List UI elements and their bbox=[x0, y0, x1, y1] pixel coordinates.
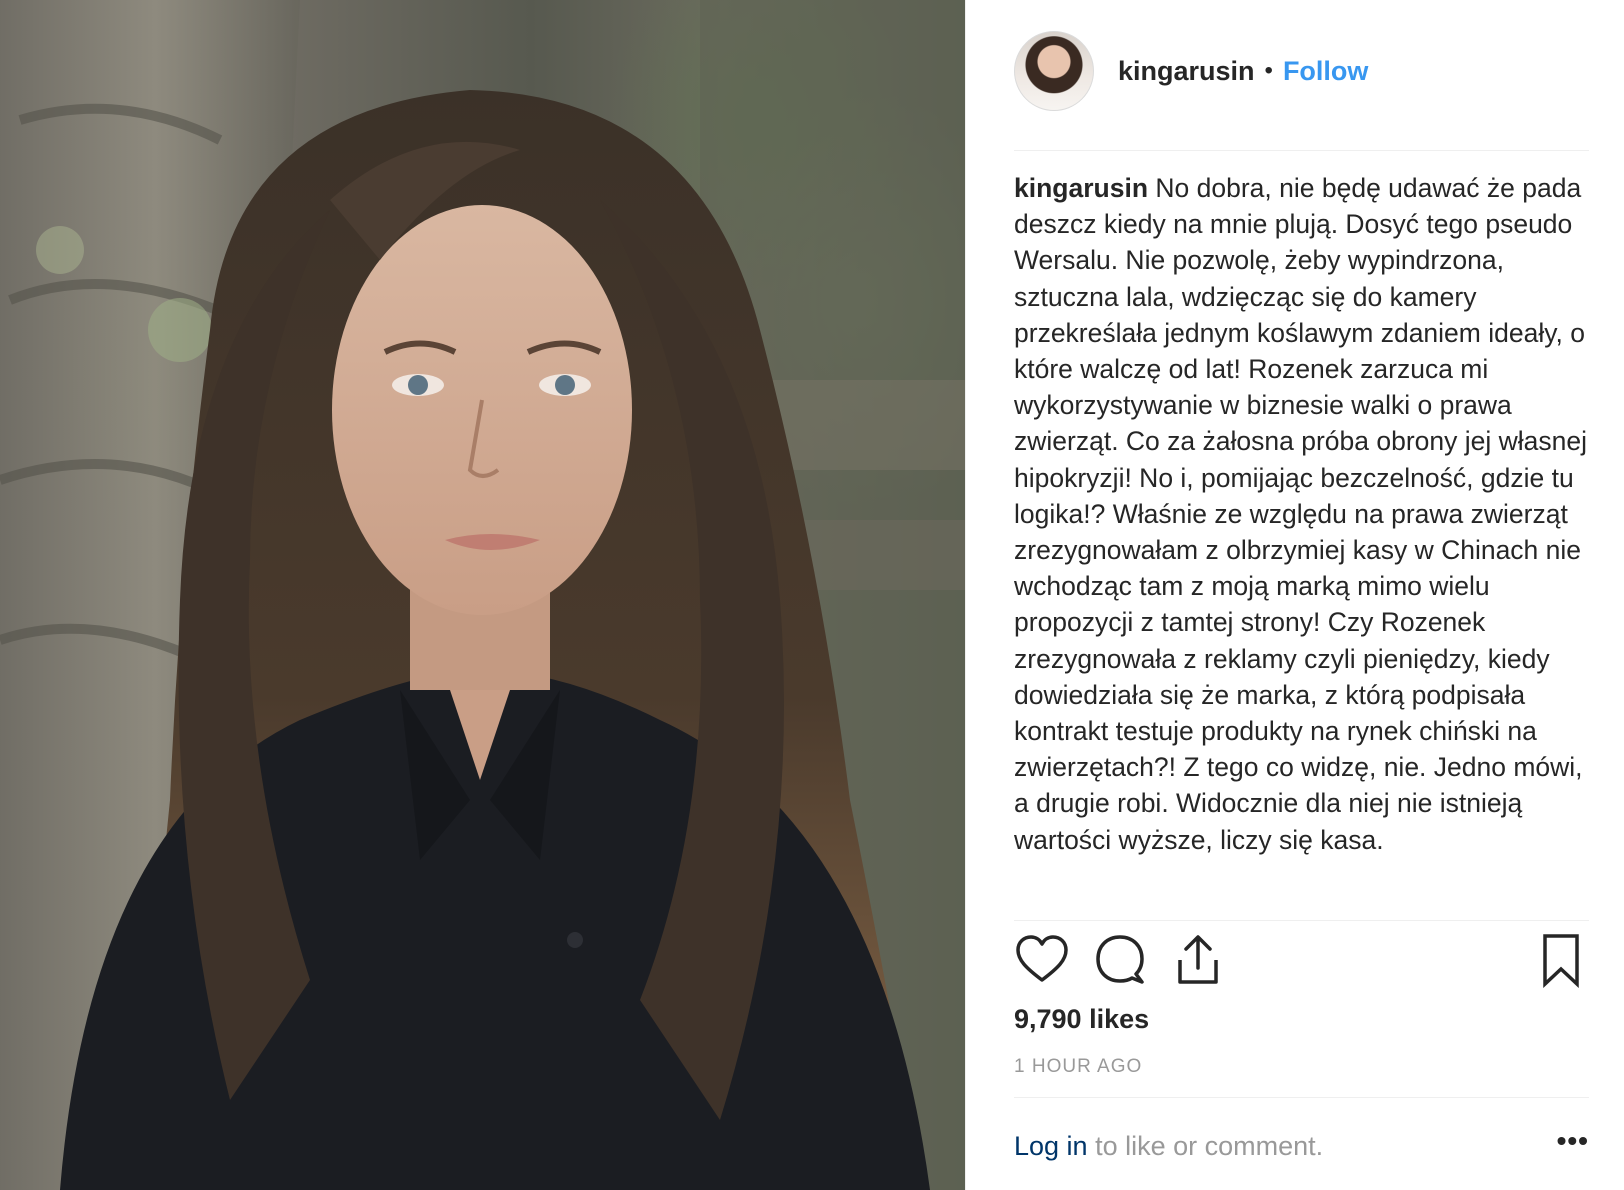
post-timestamp[interactable]: 1 HOUR AGO bbox=[1014, 1056, 1142, 1078]
post-side-panel: kingarusin • Follow kingarusin No dobra,… bbox=[965, 0, 1624, 1190]
share-icon bbox=[1178, 935, 1218, 984]
heart-icon bbox=[1016, 935, 1068, 982]
like-button[interactable] bbox=[1014, 932, 1070, 988]
header-username[interactable]: kingarusin bbox=[1118, 56, 1255, 87]
post-header: kingarusin • Follow bbox=[1014, 30, 1368, 112]
follow-button[interactable]: Follow bbox=[1283, 56, 1368, 87]
comment-button[interactable] bbox=[1092, 932, 1148, 988]
bookmark-icon bbox=[1543, 934, 1579, 989]
login-link[interactable]: Log in bbox=[1014, 1131, 1088, 1161]
avatar[interactable] bbox=[1014, 31, 1094, 111]
save-button[interactable] bbox=[1533, 932, 1589, 989]
portrait-image bbox=[0, 0, 965, 1190]
caption-divider bbox=[1014, 920, 1589, 921]
post-photo[interactable] bbox=[0, 0, 965, 1190]
caption-username[interactable]: kingarusin bbox=[1014, 173, 1148, 203]
instagram-post: kingarusin • Follow kingarusin No dobra,… bbox=[0, 0, 1624, 1190]
likes-count[interactable]: 9,790 likes bbox=[1014, 1004, 1149, 1035]
header-separator: • bbox=[1264, 57, 1273, 84]
more-options-button[interactable]: ••• bbox=[1557, 1127, 1589, 1155]
share-button[interactable] bbox=[1170, 932, 1226, 988]
login-prompt-text: to like or comment. bbox=[1087, 1131, 1324, 1161]
comment-icon bbox=[1096, 935, 1144, 984]
login-prompt: Log in to like or comment. ••• bbox=[1014, 1127, 1589, 1162]
action-bar bbox=[1014, 932, 1589, 989]
footer-divider bbox=[1014, 1097, 1589, 1098]
caption-text: No dobra, nie będę udawać że pada deszcz… bbox=[1014, 173, 1587, 855]
header-divider bbox=[1014, 150, 1589, 151]
caption: kingarusin No dobra, nie będę udawać że … bbox=[1014, 170, 1594, 914]
